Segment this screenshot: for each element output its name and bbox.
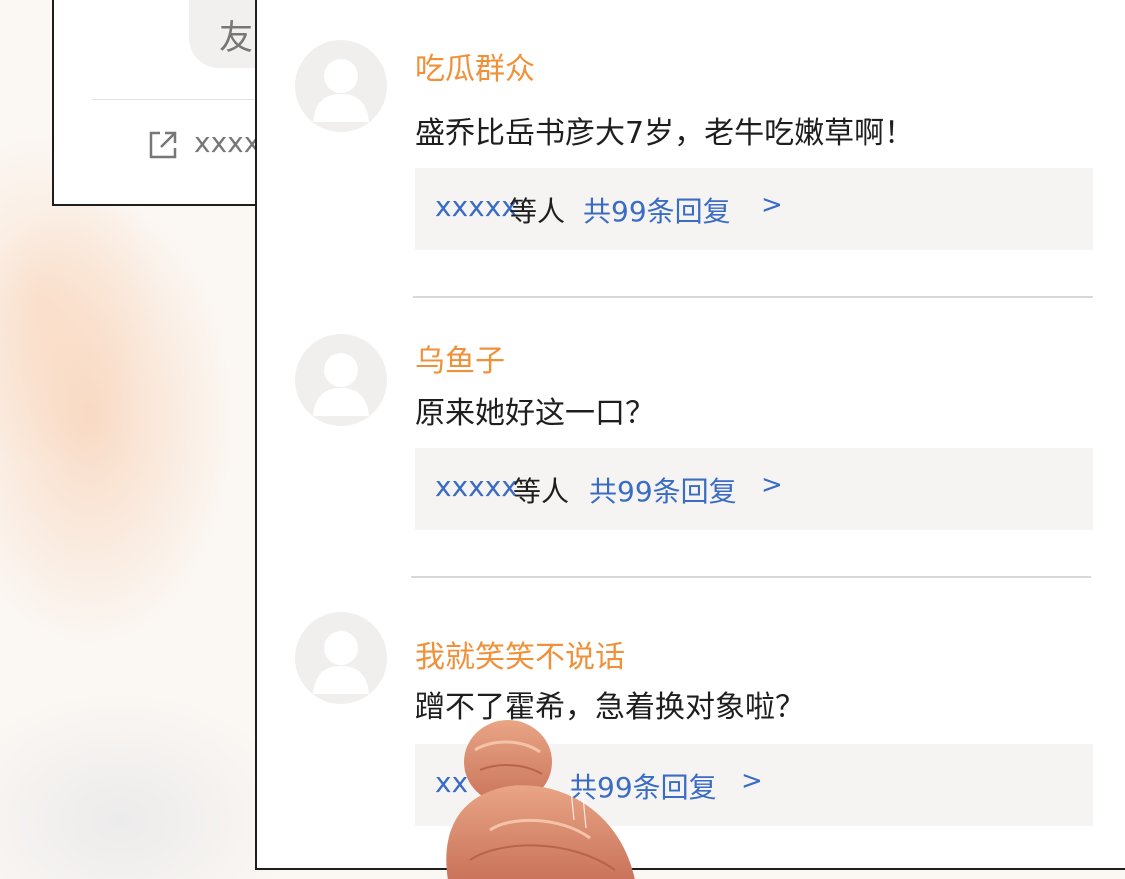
reply-count-link[interactable]: 共99条回复	[589, 470, 737, 510]
reply-users[interactable]: xxxxx	[435, 470, 518, 503]
reply-count-link[interactable]: 共99条回复	[583, 190, 731, 230]
reply-summary-button[interactable]: xxxxx 等人 共99条回复 >	[415, 448, 1093, 530]
comment-username[interactable]: 乌鱼子	[415, 336, 505, 380]
default-user-avatar-icon[interactable]	[293, 38, 389, 134]
reply-suffix: 等人	[513, 475, 570, 508]
chevron-right-icon[interactable]: >	[741, 766, 763, 796]
comment-list-card: 吃瓜群众 盛乔比岳书彦大7岁，老牛吃嫩草啊！ xxxxx 等人 共99条回复 >…	[255, 0, 1125, 870]
comment-divider	[411, 576, 1091, 578]
comment-username[interactable]: 我就笑笑不说话	[415, 632, 625, 676]
reply-summary-button[interactable]: xxxxx 等人 共99条回复 >	[415, 168, 1093, 250]
default-user-avatar-icon[interactable]	[293, 332, 389, 428]
chevron-right-icon[interactable]: >	[761, 470, 783, 500]
comment-divider	[413, 296, 1093, 298]
default-user-avatar-icon[interactable]	[293, 610, 389, 706]
reply-users[interactable]: xxxxx	[435, 190, 518, 223]
reply-suffix: 等人	[509, 195, 566, 228]
comment-username[interactable]: 吃瓜群众	[415, 44, 535, 88]
character-head-illustration	[446, 720, 635, 879]
external-link-icon[interactable]	[146, 128, 180, 162]
chevron-right-icon[interactable]: >	[761, 190, 783, 220]
chip-label: 友	[219, 18, 253, 58]
comment-text: 盛乔比岳书彦大7岁，老牛吃嫩草啊！	[415, 116, 915, 151]
comment-text: 原来她好这一口？	[415, 396, 655, 431]
share-link-text[interactable]: xxxx	[194, 126, 260, 159]
